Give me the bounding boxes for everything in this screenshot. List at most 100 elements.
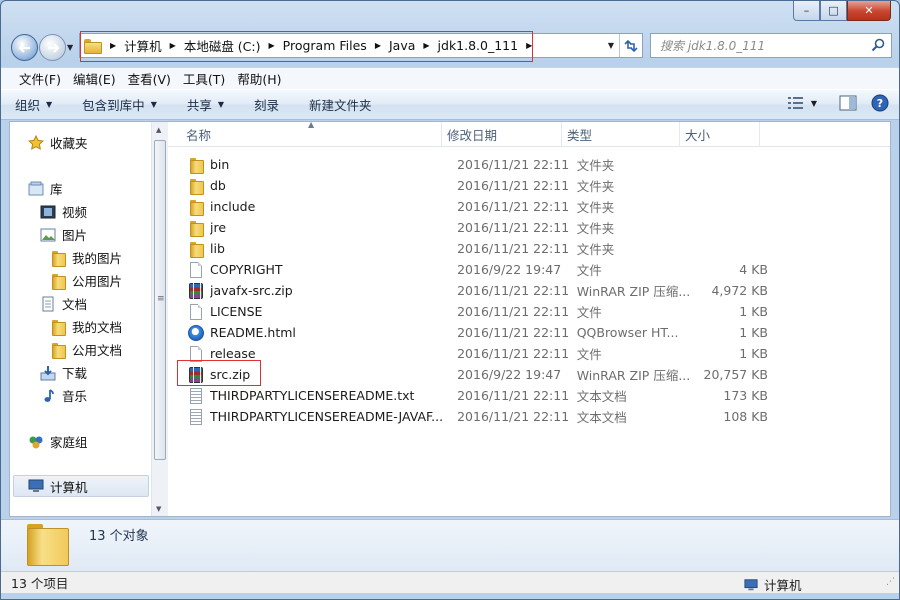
- sidebar-item-music[interactable]: 音乐: [40, 386, 87, 405]
- music-icon: [44, 388, 54, 402]
- file-name: THIRDPARTYLICENSEREADME-JAVAF...: [210, 409, 444, 424]
- table-row[interactable]: lib 2016/11/21 22:11 文件夹: [168, 238, 768, 259]
- computer-icon: [744, 578, 758, 590]
- table-row[interactable]: THIRDPARTYLICENSEREADME.txt 2016/11/21 22…: [168, 385, 768, 406]
- search-icon[interactable]: [871, 38, 885, 52]
- include-in-library-button[interactable]: 包含到库中 ▼: [82, 95, 157, 114]
- file-modified-date: 2016/11/21 22:11: [457, 157, 570, 172]
- preview-pane-button[interactable]: [839, 95, 857, 111]
- sidebar-item-libraries[interactable]: 库: [28, 179, 63, 198]
- menu-file[interactable]: 文件(F): [13, 69, 67, 88]
- sidebar-item-downloads[interactable]: 下载: [40, 363, 87, 382]
- menu-help[interactable]: 帮助(H): [231, 69, 287, 88]
- sidebar-item-label: 库: [50, 182, 63, 197]
- navigation-scrollbar[interactable]: ▲ ≡ ▼: [151, 122, 168, 516]
- table-row[interactable]: README.html 2016/11/21 22:11 QQBrowser HT.…: [168, 322, 768, 343]
- column-header-date[interactable]: 修改日期: [442, 122, 562, 147]
- file-modified-date: 2016/11/21 22:11: [457, 409, 570, 424]
- sidebar-item-my-pictures[interactable]: 我的图片: [50, 248, 122, 267]
- scroll-up-arrow-icon[interactable]: ▲: [156, 126, 161, 134]
- breadcrumb-computer[interactable]: 计算机: [120, 36, 166, 55]
- menu-edit[interactable]: 编辑(E): [67, 69, 122, 88]
- chevron-right-icon[interactable]: ▶: [106, 41, 120, 50]
- table-row[interactable]: release 2016/11/21 22:11 文件 1 KB: [168, 343, 768, 364]
- folder-icon: [50, 250, 66, 267]
- chevron-right-icon[interactable]: ▶: [166, 41, 180, 50]
- sidebar-item-label: 计算机: [50, 479, 88, 495]
- file-size: 1 KB: [739, 304, 768, 319]
- file-type: 文件夹: [576, 221, 615, 236]
- recent-pages-dropdown[interactable]: ▼: [67, 43, 73, 52]
- address-history-dropdown[interactable]: ▼: [608, 41, 614, 50]
- file-type: WinRAR ZIP 压缩...: [576, 368, 691, 383]
- file-type: 文本文档: [576, 410, 627, 425]
- menu-tools[interactable]: 工具(T): [177, 69, 231, 88]
- sidebar-item-label: 我的文档: [72, 320, 123, 335]
- column-header-size[interactable]: 大小: [680, 122, 760, 147]
- sidebar-item-videos[interactable]: 视频: [40, 202, 87, 221]
- share-button[interactable]: 共享 ▼: [187, 95, 224, 114]
- table-row[interactable]: LICENSE 2016/11/21 22:11 文件 1 KB: [168, 301, 768, 322]
- column-header-name[interactable]: ▲ 名称: [168, 120, 442, 147]
- breadcrumb-java[interactable]: Java: [385, 38, 419, 53]
- folder-icon: [188, 241, 204, 258]
- forward-button[interactable]: [39, 34, 66, 61]
- burn-label: 刻录: [254, 98, 280, 113]
- sidebar-item-pictures[interactable]: 图片: [40, 225, 87, 244]
- address-bar[interactable]: ▶ 计算机 ▶ 本地磁盘 (C:) ▶ Program Files ▶ Java…: [79, 31, 643, 62]
- breadcrumb-jdk[interactable]: jdk1.8.0_111: [434, 38, 523, 53]
- table-row[interactable]: THIRDPARTYLICENSEREADME-JAVAF... 2016/11/…: [168, 406, 768, 427]
- back-button[interactable]: [11, 34, 38, 61]
- breadcrumb-local-disk[interactable]: 本地磁盘 (C:): [180, 36, 265, 55]
- maximize-button[interactable]: □: [820, 1, 847, 21]
- folder-icon: [188, 199, 204, 216]
- refresh-button[interactable]: [619, 34, 641, 57]
- view-options-icon: [787, 97, 803, 109]
- command-bar: 组织 ▼ 包含到库中 ▼ 共享 ▼ 刻录 新建文件夹 ▼ ?: [1, 89, 899, 120]
- sidebar-item-public-pictures[interactable]: 公用图片: [50, 271, 122, 290]
- help-button[interactable]: ?: [871, 94, 889, 112]
- scroll-down-arrow-icon[interactable]: ▼: [156, 505, 161, 513]
- sidebar-item-my-documents[interactable]: 我的文档: [50, 317, 122, 336]
- column-header-type[interactable]: 类型: [562, 122, 680, 147]
- sidebar-item-documents[interactable]: 文档: [40, 294, 87, 313]
- folder-icon: [50, 273, 66, 290]
- sidebar-item-favorites[interactable]: 收藏夹: [28, 133, 88, 152]
- table-row[interactable]: javafx-src.zip 2016/11/21 22:11 WinRAR ZIP…: [168, 280, 768, 301]
- sidebar-item-public-documents[interactable]: 公用文档: [50, 340, 122, 359]
- change-view-button[interactable]: ▼: [787, 96, 817, 110]
- file-icon: [190, 345, 202, 362]
- document-icon: [42, 296, 54, 311]
- file-name: jre: [210, 220, 227, 235]
- breadcrumb-program-files[interactable]: Program Files: [279, 38, 371, 53]
- new-folder-button[interactable]: 新建文件夹: [309, 95, 372, 114]
- organize-button[interactable]: 组织 ▼: [15, 95, 52, 114]
- chevron-right-icon[interactable]: ▶: [522, 41, 536, 50]
- minimize-button[interactable]: –: [793, 1, 820, 21]
- chevron-right-icon[interactable]: ▶: [265, 41, 279, 50]
- status-location: 计算机: [743, 575, 802, 594]
- star-icon: [28, 134, 44, 150]
- table-row[interactable]: db 2016/11/21 22:11 文件夹: [168, 175, 768, 196]
- table-row[interactable]: COPYRIGHT 2016/9/22 19:47 文件 4 KB: [168, 259, 768, 280]
- menu-view[interactable]: 查看(V): [122, 69, 177, 88]
- grip-icon: ≡: [157, 294, 165, 304]
- table-row[interactable]: bin 2016/11/21 22:11 文件夹: [168, 154, 768, 175]
- search-input[interactable]: [660, 38, 860, 53]
- sidebar-item-homegroup[interactable]: 家庭组: [28, 432, 88, 451]
- chevron-right-icon[interactable]: ▶: [371, 41, 385, 50]
- table-row[interactable]: include 2016/11/21 22:11 文件夹: [168, 196, 768, 217]
- sidebar-item-computer[interactable]: 计算机: [13, 475, 149, 497]
- video-icon: [40, 205, 56, 218]
- share-label: 共享: [186, 98, 212, 113]
- folder-large-icon: [27, 524, 69, 566]
- table-row[interactable]: src.zip 2016/9/22 19:47 WinRAR ZIP 压缩... 20…: [168, 364, 768, 385]
- close-button[interactable]: ✕: [847, 1, 891, 21]
- library-icon: [28, 181, 44, 195]
- resize-grip-icon[interactable]: ⋰: [886, 577, 895, 587]
- sidebar-item-label: 家庭组: [50, 435, 88, 450]
- chevron-right-icon[interactable]: ▶: [419, 41, 433, 50]
- table-row[interactable]: jre 2016/11/21 22:11 文件夹: [168, 217, 768, 238]
- file-name: README.html: [210, 325, 296, 340]
- burn-button[interactable]: 刻录: [254, 95, 279, 114]
